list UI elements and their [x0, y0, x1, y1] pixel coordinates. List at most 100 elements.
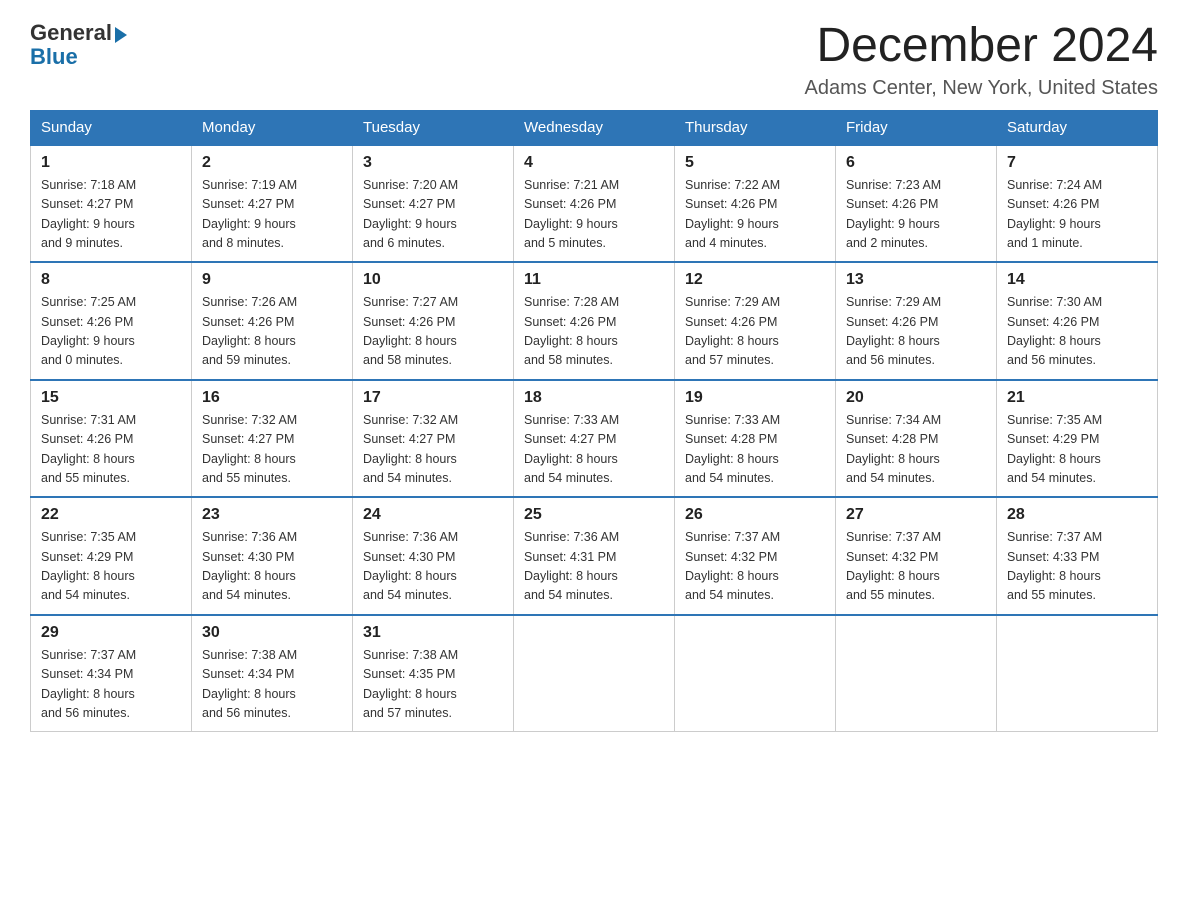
day-number: 12 [685, 271, 825, 289]
calendar-week-row: 1 Sunrise: 7:18 AM Sunset: 4:27 PM Daylig… [31, 145, 1158, 263]
day-info: Sunrise: 7:37 AM Sunset: 4:33 PM Dayligh… [1007, 528, 1147, 606]
day-number: 3 [363, 154, 503, 172]
day-number: 4 [524, 154, 664, 172]
day-info: Sunrise: 7:32 AM Sunset: 4:27 PM Dayligh… [202, 411, 342, 489]
calendar-cell: 8 Sunrise: 7:25 AM Sunset: 4:26 PM Daylig… [31, 262, 192, 380]
calendar-cell: 27 Sunrise: 7:37 AM Sunset: 4:32 PM Dayli… [836, 497, 997, 615]
calendar-cell: 22 Sunrise: 7:35 AM Sunset: 4:29 PM Dayli… [31, 497, 192, 615]
day-info: Sunrise: 7:37 AM Sunset: 4:32 PM Dayligh… [846, 528, 986, 606]
day-info: Sunrise: 7:25 AM Sunset: 4:26 PM Dayligh… [41, 293, 181, 371]
calendar-cell: 5Sunrise: 7:22 AM Sunset: 4:26 PM Daylig… [675, 145, 836, 263]
day-number: 27 [846, 506, 986, 524]
calendar-cell: 29Sunrise: 7:37 AM Sunset: 4:34 PM Dayli… [31, 615, 192, 732]
calendar-cell [997, 615, 1158, 732]
calendar-cell: 31Sunrise: 7:38 AM Sunset: 4:35 PM Dayli… [353, 615, 514, 732]
calendar-cell: 30Sunrise: 7:38 AM Sunset: 4:34 PM Dayli… [192, 615, 353, 732]
calendar-cell [836, 615, 997, 732]
day-info: Sunrise: 7:30 AM Sunset: 4:26 PM Dayligh… [1007, 293, 1147, 371]
location-subtitle: Adams Center, New York, United States [804, 77, 1158, 100]
day-number: 10 [363, 271, 503, 289]
column-header-thursday: Thursday [675, 110, 836, 145]
calendar-table: SundayMondayTuesdayWednesdayThursdayFrid… [30, 110, 1158, 733]
logo-blue-text: Blue [30, 44, 78, 70]
calendar-cell: 17 Sunrise: 7:32 AM Sunset: 4:27 PM Dayli… [353, 380, 514, 498]
month-title: December 2024 [804, 20, 1158, 73]
day-number: 17 [363, 389, 503, 407]
day-info: Sunrise: 7:29 AM Sunset: 4:26 PM Dayligh… [685, 293, 825, 371]
calendar-week-row: 8 Sunrise: 7:25 AM Sunset: 4:26 PM Daylig… [31, 262, 1158, 380]
calendar-cell: 20 Sunrise: 7:34 AM Sunset: 4:28 PM Dayli… [836, 380, 997, 498]
day-info: Sunrise: 7:33 AM Sunset: 4:28 PM Dayligh… [685, 411, 825, 489]
title-section: December 2024 Adams Center, New York, Un… [804, 20, 1158, 100]
day-info: Sunrise: 7:34 AM Sunset: 4:28 PM Dayligh… [846, 411, 986, 489]
day-info: Sunrise: 7:29 AM Sunset: 4:26 PM Dayligh… [846, 293, 986, 371]
day-info: Sunrise: 7:24 AM Sunset: 4:26 PM Dayligh… [1007, 176, 1147, 254]
calendar-cell: 4 Sunrise: 7:21 AM Sunset: 4:26 PM Daylig… [514, 145, 675, 263]
calendar-cell: 2Sunrise: 7:19 AM Sunset: 4:27 PM Daylig… [192, 145, 353, 263]
calendar-cell: 9Sunrise: 7:26 AM Sunset: 4:26 PM Daylig… [192, 262, 353, 380]
calendar-cell: 15 Sunrise: 7:31 AM Sunset: 4:26 PM Dayli… [31, 380, 192, 498]
calendar-cell: 3 Sunrise: 7:20 AM Sunset: 4:27 PM Daylig… [353, 145, 514, 263]
calendar-cell: 25 Sunrise: 7:36 AM Sunset: 4:31 PM Dayli… [514, 497, 675, 615]
day-info: Sunrise: 7:36 AM Sunset: 4:30 PM Dayligh… [202, 528, 342, 606]
day-info: Sunrise: 7:26 AM Sunset: 4:26 PM Dayligh… [202, 293, 342, 371]
day-number: 1 [41, 154, 181, 172]
day-number: 21 [1007, 389, 1147, 407]
calendar-cell: 11 Sunrise: 7:28 AM Sunset: 4:26 PM Dayli… [514, 262, 675, 380]
day-number: 23 [202, 506, 342, 524]
day-number: 15 [41, 389, 181, 407]
day-info: Sunrise: 7:22 AM Sunset: 4:26 PM Dayligh… [685, 176, 825, 254]
column-header-monday: Monday [192, 110, 353, 145]
calendar-cell: 19 Sunrise: 7:33 AM Sunset: 4:28 PM Dayli… [675, 380, 836, 498]
day-number: 6 [846, 154, 986, 172]
day-info: Sunrise: 7:36 AM Sunset: 4:31 PM Dayligh… [524, 528, 664, 606]
day-info: Sunrise: 7:18 AM Sunset: 4:27 PM Dayligh… [41, 176, 181, 254]
day-number: 24 [363, 506, 503, 524]
calendar-cell [514, 615, 675, 732]
logo-general-text: General [30, 20, 112, 46]
day-info: Sunrise: 7:21 AM Sunset: 4:26 PM Dayligh… [524, 176, 664, 254]
calendar-header-row: SundayMondayTuesdayWednesdayThursdayFrid… [31, 110, 1158, 145]
calendar-cell: 1 Sunrise: 7:18 AM Sunset: 4:27 PM Daylig… [31, 145, 192, 263]
day-number: 11 [524, 271, 664, 289]
day-info: Sunrise: 7:27 AM Sunset: 4:26 PM Dayligh… [363, 293, 503, 371]
day-number: 31 [363, 624, 503, 642]
column-header-tuesday: Tuesday [353, 110, 514, 145]
day-number: 22 [41, 506, 181, 524]
day-number: 14 [1007, 271, 1147, 289]
page-header: General Blue December 2024 Adams Center,… [30, 20, 1158, 100]
day-info: Sunrise: 7:28 AM Sunset: 4:26 PM Dayligh… [524, 293, 664, 371]
day-number: 25 [524, 506, 664, 524]
day-info: Sunrise: 7:37 AM Sunset: 4:34 PM Dayligh… [41, 646, 181, 724]
calendar-cell: 23 Sunrise: 7:36 AM Sunset: 4:30 PM Dayli… [192, 497, 353, 615]
column-header-saturday: Saturday [997, 110, 1158, 145]
calendar-cell: 10 Sunrise: 7:27 AM Sunset: 4:26 PM Dayli… [353, 262, 514, 380]
column-header-sunday: Sunday [31, 110, 192, 145]
calendar-week-row: 22 Sunrise: 7:35 AM Sunset: 4:29 PM Dayli… [31, 497, 1158, 615]
day-number: 30 [202, 624, 342, 642]
day-info: Sunrise: 7:20 AM Sunset: 4:27 PM Dayligh… [363, 176, 503, 254]
calendar-cell: 28Sunrise: 7:37 AM Sunset: 4:33 PM Dayli… [997, 497, 1158, 615]
day-number: 19 [685, 389, 825, 407]
day-info: Sunrise: 7:35 AM Sunset: 4:29 PM Dayligh… [1007, 411, 1147, 489]
calendar-cell: 7Sunrise: 7:24 AM Sunset: 4:26 PM Daylig… [997, 145, 1158, 263]
day-info: Sunrise: 7:23 AM Sunset: 4:26 PM Dayligh… [846, 176, 986, 254]
day-number: 18 [524, 389, 664, 407]
logo-arrow-icon [115, 27, 127, 43]
day-number: 2 [202, 154, 342, 172]
calendar-week-row: 15 Sunrise: 7:31 AM Sunset: 4:26 PM Dayli… [31, 380, 1158, 498]
day-info: Sunrise: 7:35 AM Sunset: 4:29 PM Dayligh… [41, 528, 181, 606]
calendar-cell: 6 Sunrise: 7:23 AM Sunset: 4:26 PM Daylig… [836, 145, 997, 263]
day-number: 8 [41, 271, 181, 289]
column-header-friday: Friday [836, 110, 997, 145]
calendar-cell: 13Sunrise: 7:29 AM Sunset: 4:26 PM Dayli… [836, 262, 997, 380]
column-header-wednesday: Wednesday [514, 110, 675, 145]
day-number: 20 [846, 389, 986, 407]
calendar-cell: 16Sunrise: 7:32 AM Sunset: 4:27 PM Dayli… [192, 380, 353, 498]
calendar-cell: 24 Sunrise: 7:36 AM Sunset: 4:30 PM Dayli… [353, 497, 514, 615]
calendar-cell: 12 Sunrise: 7:29 AM Sunset: 4:26 PM Dayli… [675, 262, 836, 380]
day-info: Sunrise: 7:31 AM Sunset: 4:26 PM Dayligh… [41, 411, 181, 489]
day-info: Sunrise: 7:33 AM Sunset: 4:27 PM Dayligh… [524, 411, 664, 489]
day-info: Sunrise: 7:32 AM Sunset: 4:27 PM Dayligh… [363, 411, 503, 489]
day-info: Sunrise: 7:36 AM Sunset: 4:30 PM Dayligh… [363, 528, 503, 606]
